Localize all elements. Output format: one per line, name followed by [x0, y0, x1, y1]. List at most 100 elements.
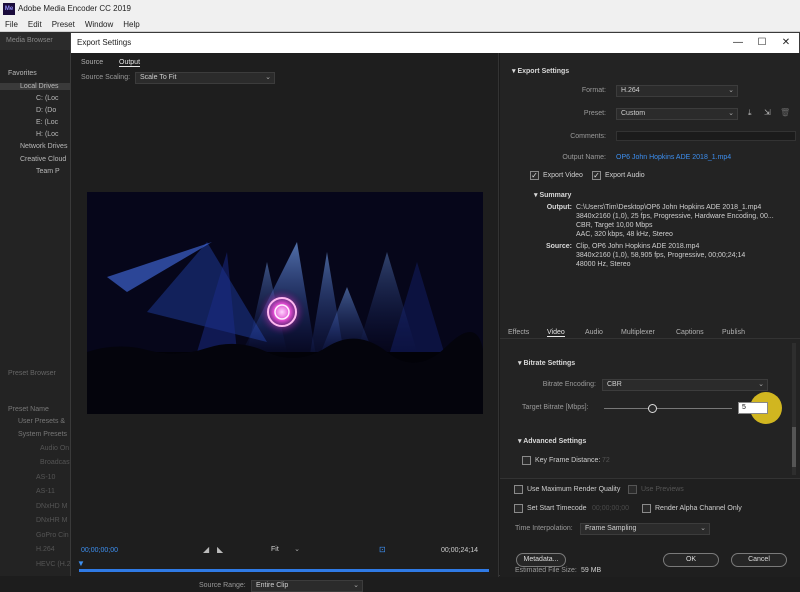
timecode-start[interactable]: 00;00;00;00: [81, 547, 118, 554]
key-frame-distance-checkbox[interactable]: [522, 456, 531, 465]
export-video-checkbox[interactable]: ✓: [530, 171, 539, 180]
timeline-bar[interactable]: [79, 569, 489, 572]
preset-list-item[interactable]: System Presets: [18, 431, 67, 438]
minimize-button[interactable]: —: [727, 33, 749, 53]
estimated-size-label: Estimated File Size:: [515, 567, 577, 574]
menu-file[interactable]: File: [0, 18, 23, 32]
tab-multiplexer[interactable]: Multiplexer: [621, 329, 655, 336]
tree-item[interactable]: D: (Do: [36, 107, 56, 114]
menu-preset[interactable]: Preset: [47, 18, 80, 32]
comments-field[interactable]: [616, 131, 796, 141]
tree-item[interactable]: Local Drives: [0, 83, 72, 90]
max-render-quality-label: Use Maximum Render Quality: [527, 486, 621, 493]
format-value: H.264: [621, 87, 640, 94]
preset-list-item[interactable]: Audio On: [40, 445, 69, 452]
preset-dropdown[interactable]: Custom ⌄: [616, 108, 738, 120]
time-interpolation-label: Time Interpolation:: [515, 525, 573, 532]
tree-item[interactable]: Favorites: [8, 70, 37, 77]
tree-item[interactable]: C: (Loc: [36, 95, 59, 102]
preset-list-item[interactable]: User Presets &: [18, 418, 65, 425]
menu-edit[interactable]: Edit: [23, 18, 47, 32]
time-interpolation-dropdown[interactable]: Frame Sampling ⌄: [580, 523, 710, 535]
tree-item[interactable]: Creative Cloud: [20, 156, 66, 163]
target-bitrate-input[interactable]: 5: [738, 402, 768, 414]
format-dropdown[interactable]: H.264 ⌄: [616, 85, 738, 97]
source-scaling-dropdown[interactable]: Scale To Fit ⌄: [135, 72, 275, 84]
tree-item[interactable]: H: (Loc: [36, 131, 59, 138]
bitrate-settings-header-label: Bitrate Settings: [523, 360, 576, 367]
source-scaling-value: Scale To Fit: [140, 74, 177, 81]
preset-list-item[interactable]: GoPro Cin: [36, 532, 69, 539]
start-timecode-value[interactable]: 00;00;00;00: [592, 505, 629, 512]
preset-list-item[interactable]: AS-11: [36, 488, 55, 495]
timecode-end: 00;00;24;14: [441, 547, 478, 554]
key-frame-distance-value[interactable]: 72: [602, 457, 610, 464]
media-browser-header: Media Browser: [0, 32, 72, 50]
zoom-fit-dropdown[interactable]: Fit ⌄: [267, 545, 303, 557]
summary-source-line: Clip, OP6 John Hopkins ADE 2018.mp4: [576, 243, 700, 250]
preset-list-item[interactable]: AS-10: [36, 474, 55, 481]
bitrate-encoding-dropdown[interactable]: CBR ⌄: [602, 379, 768, 391]
tree-item[interactable]: E: (Loc: [36, 119, 58, 126]
preset-list-item[interactable]: Broadcast: [40, 459, 72, 466]
export-settings-header-label: Export Settings: [517, 68, 570, 75]
export-audio-checkbox[interactable]: ✓: [592, 171, 601, 180]
preset-label: Preset:: [583, 110, 606, 117]
preset-browser-header: Preset Browser: [8, 370, 56, 377]
tab-source[interactable]: Source: [81, 59, 103, 66]
settings-panel: ▾ Export Settings Format: H.264 ⌄ Preset…: [500, 53, 800, 577]
app-title: Adobe Media Encoder CC 2019: [18, 4, 131, 13]
tab-effects[interactable]: Effects: [508, 329, 529, 336]
tab-output[interactable]: Output: [119, 59, 141, 67]
set-start-timecode-checkbox[interactable]: [514, 504, 523, 513]
tab-publish[interactable]: Publish: [722, 329, 745, 336]
scrollbar-thumb[interactable]: [792, 427, 796, 467]
close-button[interactable]: ✕: [775, 33, 797, 53]
bitrate-settings-header[interactable]: ▾ Bitrate Settings: [518, 359, 575, 367]
summary-output-line: C:\Users\Tim\Desktop\OP6 John Hopkins AD…: [576, 204, 762, 211]
max-render-quality-checkbox[interactable]: [514, 485, 523, 494]
preset-list-item[interactable]: Preset Name: [8, 406, 49, 413]
source-range-label: Source Range:: [199, 582, 246, 589]
tree-item[interactable]: Network Drives: [20, 143, 67, 150]
menu-help[interactable]: Help: [118, 18, 144, 32]
tab-audio[interactable]: Audio: [585, 329, 603, 336]
menu-window[interactable]: Window: [80, 18, 118, 32]
preset-list-item[interactable]: DNxHR M: [36, 517, 68, 524]
playhead-icon[interactable]: ▼: [77, 559, 85, 568]
preset-list-item[interactable]: HEVC (H.2: [36, 561, 71, 568]
maximize-button[interactable]: ☐: [751, 33, 773, 53]
tab-captions[interactable]: Captions: [676, 329, 704, 336]
target-bitrate-slider[interactable]: [604, 404, 732, 413]
preview-panel: Source Output Source Scaling: Scale To F…: [71, 53, 499, 592]
summary-header[interactable]: ▾ Summary: [534, 191, 571, 199]
import-preset-icon[interactable]: ⇲: [764, 108, 771, 117]
render-alpha-checkbox[interactable]: [642, 504, 651, 513]
menu-bar: File Edit Preset Window Help: [0, 18, 800, 32]
estimated-size-value: 59 MB: [581, 567, 602, 574]
app-title-bar: Me Adobe Media Encoder CC 2019: [0, 0, 800, 18]
advanced-settings-header[interactable]: ▾ Advanced Settings: [518, 437, 586, 445]
output-name-link[interactable]: OP6 John Hopkins ADE 2018_1.mp4: [616, 154, 731, 161]
metadata-button[interactable]: Metadata...: [516, 553, 566, 567]
source-range-dropdown[interactable]: Entire Clip ⌄: [251, 580, 363, 592]
media-encoder-logo: Me: [3, 3, 15, 15]
chevron-down-icon: ⌄: [728, 110, 734, 117]
save-preset-icon[interactable]: ⤓: [748, 108, 752, 118]
slider-handle[interactable]: [648, 404, 658, 413]
tab-video[interactable]: Video: [547, 329, 565, 337]
chevron-down-icon: ⌄: [700, 525, 706, 532]
export-settings-header[interactable]: ▾ Export Settings: [512, 67, 569, 75]
ok-button[interactable]: OK: [663, 553, 719, 567]
preset-list-item[interactable]: H.264: [36, 546, 55, 553]
cancel-button[interactable]: Cancel: [731, 553, 787, 567]
set-in-point-icon[interactable]: ◢: [203, 545, 209, 554]
bitrate-encoding-value: CBR: [607, 381, 622, 388]
delete-preset-icon[interactable]: 🗑: [780, 108, 790, 117]
use-previews-checkbox[interactable]: [628, 485, 637, 494]
tree-item[interactable]: Team P: [36, 168, 60, 175]
set-out-point-icon[interactable]: ◣: [217, 545, 223, 554]
panel-scrollbar[interactable]: [792, 343, 796, 475]
preset-list-item[interactable]: DNxHD M: [36, 503, 68, 510]
aspect-ratio-icon[interactable]: ⊡: [379, 545, 386, 554]
